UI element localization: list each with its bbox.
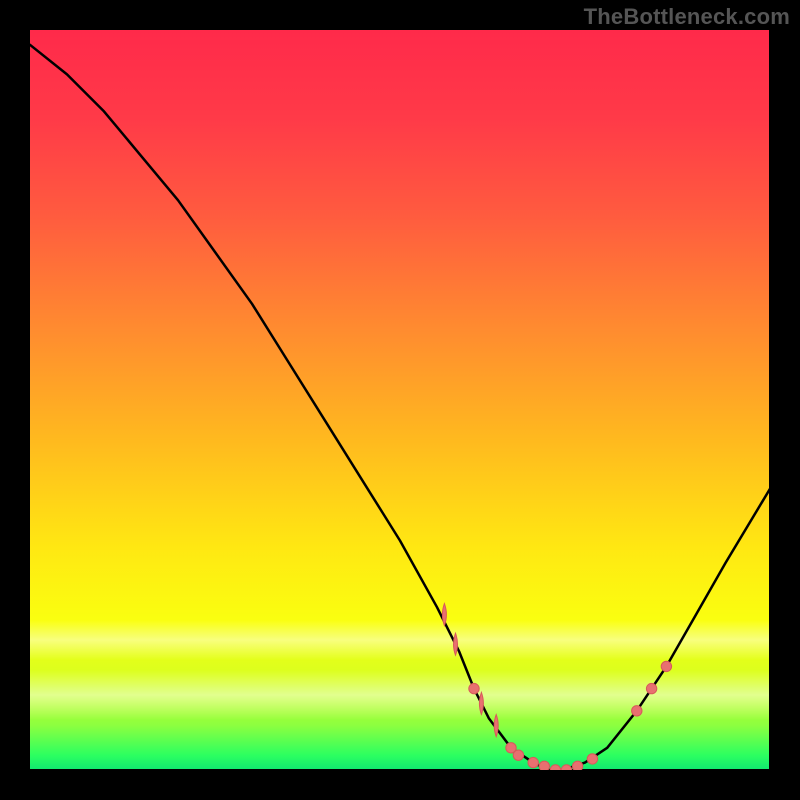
data-marker	[513, 750, 523, 760]
data-marker	[587, 754, 597, 764]
data-marker	[442, 604, 446, 626]
chart-frame: TheBottleneck.com	[0, 0, 800, 800]
data-markers-group	[442, 604, 671, 770]
data-marker	[539, 761, 549, 770]
bottleneck-curve-line	[30, 45, 770, 770]
data-marker	[550, 765, 560, 770]
data-marker	[632, 706, 642, 716]
data-marker	[479, 692, 483, 714]
data-marker	[528, 757, 538, 767]
data-marker	[561, 765, 571, 770]
data-marker	[661, 661, 671, 671]
data-marker	[646, 683, 656, 693]
watermark-text: TheBottleneck.com	[584, 4, 790, 30]
bottleneck-curve-svg	[30, 30, 770, 770]
data-marker	[454, 633, 458, 655]
data-marker	[572, 761, 582, 770]
data-marker	[494, 715, 498, 737]
data-marker	[469, 683, 479, 693]
plot-area	[30, 30, 770, 770]
